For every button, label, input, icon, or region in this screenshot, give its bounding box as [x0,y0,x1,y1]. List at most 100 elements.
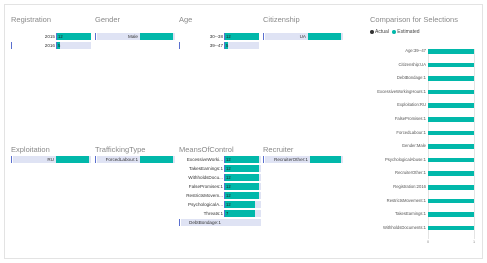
estimated-legend-dot [392,29,397,34]
list-item[interactable]: RestrictsMovem... 12 [179,192,261,199]
row-value: 12 [226,184,231,189]
exploitation-panel: Exploitation RU [11,145,91,175]
row-value: 12 [226,157,231,162]
list-item[interactable]: ExcessiveWorki... 12 [179,156,261,163]
row-label: Male [128,34,138,39]
comparison-row: Registration:2016 [370,184,480,190]
selected-indicator [179,42,181,49]
row-label: TakesEarnings:1 [189,166,223,171]
row-value: 7 [226,211,229,216]
list-item[interactable]: 2015 12 [11,33,91,40]
panel-title: Recruiter [263,145,294,154]
comparison-row: Gender:Male [370,143,480,149]
estimated-bar [428,103,474,108]
list-item[interactable]: Male [95,33,175,40]
actual-legend-dot [370,29,374,34]
estimated-bar [428,198,474,204]
row-label: FalsePromises:1 [188,184,223,189]
row-value: 5 [58,43,61,48]
comparison-label: DebtBondage:1 [396,75,426,81]
axis-tick-label: 1 [473,240,476,245]
estimated-bar [428,130,474,136]
estimated-bar [428,89,474,95]
row-label: ExcessiveWorki... [186,157,223,162]
row-label: 30--38 [209,34,223,39]
list-item[interactable]: PsychologicalA... 12 [179,201,261,208]
axis-tick-label: 0 [427,240,430,245]
comparison-chart: Age:39--47 Citizenship:UA DebtBondage:1 Exc… [370,48,480,249]
row-label: ForcedLabour:1 [105,157,138,162]
selection-box [56,42,91,49]
row-label: RU [47,157,54,162]
list-item[interactable]: UA [263,33,343,40]
row-value: 12 [226,202,231,207]
row-label: PsychologicalA... [188,202,223,207]
estimated-bar [428,225,474,231]
comparison-row: Age:39--47 [370,48,480,54]
comparison-panel: Comparison for Selections Actual Estimat… [370,15,480,255]
list-item[interactable]: 2016 5 [11,42,91,49]
row-label: 39--47 [209,43,223,48]
panel-title: Age [179,15,193,24]
value-bar [225,210,255,217]
panel-title: MeansOfControl [179,145,234,154]
comparison-row: WithholdsDocuments:1 [370,224,480,231]
comparison-label: Exploitation:RU [397,102,426,108]
gender-panel: Gender Male [95,15,175,55]
row-label: UA [299,34,306,39]
list-item[interactable]: 30--38 12 [179,33,259,40]
estimated-bar [428,76,474,81]
citizenship-panel: Citizenship UA [263,15,343,55]
value-bar [56,156,89,163]
panel-title: TraffickingType [95,145,146,154]
list-item[interactable]: FalsePromises:1 12 [179,183,261,190]
comparison-label: RestrictsMovement:1 [386,197,426,203]
comparison-row: DebtBondage:1 [370,75,480,81]
legend: Actual Estimated [370,29,420,35]
comparison-row: FalsePromises:1 [370,116,480,122]
list-item[interactable]: TakesEarnings:1 12 [179,165,261,172]
value-bar [308,33,341,40]
list-item[interactable]: Threats:1 7 [179,210,261,217]
row-label: Threats:1 [203,211,223,216]
selected-indicator [11,42,13,49]
estimated-bar [428,62,474,68]
estimated-bar [428,117,474,122]
row-label: 2016 [44,43,55,48]
registration-panel: Registration 2015 12 2016 5 [11,15,91,55]
estimated-bar [428,212,474,217]
comparison-row: RestrictsMovement:1 [370,197,480,204]
list-item[interactable]: RU [11,156,91,163]
row-value: 12 [226,166,231,171]
means-of-control-panel: MeansOfControl ExcessiveWorki... 12 TakesE… [179,145,261,235]
estimated-bar [428,185,474,190]
estimated-bar [428,171,474,176]
value-bar [140,156,173,163]
list-item[interactable]: RecruiterOther:1 [263,156,343,163]
legend-actual-label: Actual [375,29,389,35]
comparison-row: Citizenship:UA [370,61,480,68]
comparison-label: Gender:Male [401,143,426,149]
comparison-label: TakesEarnings:1 [395,211,426,217]
comparison-row: ForcedLabour:1 [370,129,480,136]
report-canvas: Registration 2015 12 2016 5 Gender Male … [4,4,483,259]
comparison-label: Citizenship:UA [398,61,426,67]
estimated-bar [428,144,474,149]
comparison-label: ForcedLabour:1 [396,129,426,135]
estimated-bar [428,49,474,54]
recruiter-panel: Recruiter RecruiterOther:1 [263,145,343,175]
list-item[interactable]: 39--47 5 [179,42,259,49]
comparison-row: RecruiterOther:1 [370,170,480,176]
panel-title: Citizenship [263,15,300,24]
comparison-label: ExcessiveWorkingHours:1 [377,88,426,94]
list-item[interactable]: ForcedLabour:1 [95,156,175,163]
comparison-label: Registration:2016 [393,184,426,189]
value-bar [140,33,173,40]
selected-indicator [179,219,181,226]
list-item[interactable]: WithholdsDocu... 12 [179,174,261,181]
comparison-label: FalsePromises:1 [394,116,426,121]
selection-box [224,42,259,49]
comparison-label: WithholdsDocuments:1 [382,224,426,230]
comparison-label: RecruiterOther:1 [395,170,426,176]
list-item[interactable]: DebtBondage:1 [179,219,261,226]
